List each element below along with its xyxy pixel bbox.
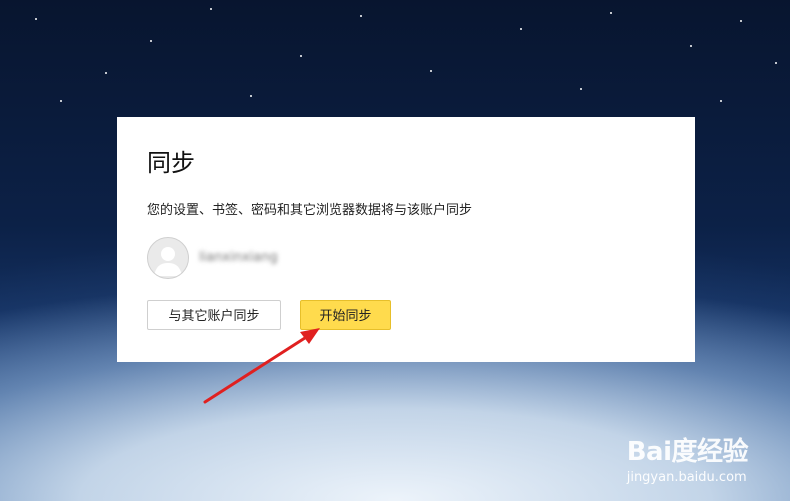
- account-name: lianxinxiang: [199, 250, 278, 265]
- sync-dialog: 同步 您的设置、书签、密码和其它浏览器数据将与该账户同步 lianxinxian…: [117, 117, 695, 362]
- avatar: [147, 237, 189, 279]
- watermark-url: jingyan.baidu.com: [626, 470, 747, 485]
- dialog-title: 同步: [147, 149, 195, 177]
- dialog-description: 您的设置、书签、密码和其它浏览器数据将与该账户同步: [147, 203, 473, 218]
- baidu-jingyan-watermark: Bai度经验 jingyan.baidu.com: [626, 431, 749, 485]
- watermark-logo: Bai度经验: [626, 437, 749, 467]
- user-icon: [154, 247, 182, 276]
- start-sync-button[interactable]: 开始同步: [300, 300, 391, 330]
- sync-other-account-button[interactable]: 与其它账户同步: [147, 300, 281, 330]
